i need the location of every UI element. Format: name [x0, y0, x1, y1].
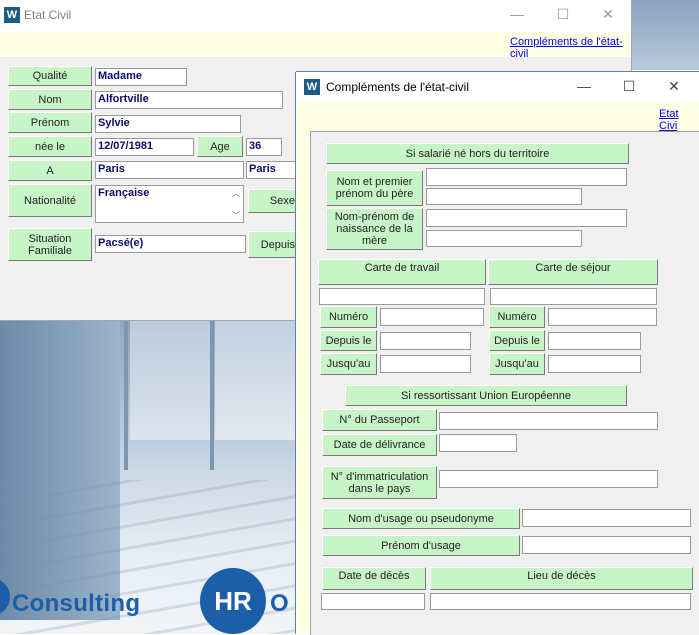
- minimize-icon[interactable]: —: [494, 0, 540, 28]
- depuis-travail-field[interactable]: [380, 332, 471, 350]
- maximize-icon[interactable]: ☐: [540, 0, 586, 28]
- nom-mere-label: Nom-prénom de naissance de la mère: [326, 208, 423, 250]
- nom-field[interactable]: Alfortville: [95, 91, 283, 109]
- qualite-field[interactable]: Madame: [95, 68, 187, 86]
- depuis-sejour-label: Depuis le: [489, 330, 545, 351]
- window-title: Etat Civil: [24, 8, 72, 22]
- situation-familiale-label: Situation Familiale: [8, 228, 92, 261]
- section-salarie-header: Si salarié né hors du territoire: [326, 143, 629, 164]
- nom-mere-field[interactable]: [426, 209, 627, 227]
- nationalite-field[interactable]: Française ︿ ﹀: [95, 185, 244, 223]
- minimize-icon[interactable]: —: [561, 72, 607, 100]
- jusquau-travail-field[interactable]: [380, 355, 471, 373]
- nom-usage-field[interactable]: [522, 509, 691, 527]
- background-window-pane: [215, 320, 295, 440]
- nom-pere-label: Nom et premier prénom du père: [326, 170, 423, 206]
- lieu-label: A: [8, 160, 92, 181]
- logo-consulting-text: Consulting: [12, 590, 141, 617]
- date-deces-field[interactable]: [321, 593, 425, 610]
- app-icon: W: [304, 79, 320, 95]
- immatriculation-field[interactable]: [439, 470, 658, 488]
- lieu-deces-field[interactable]: [430, 593, 691, 610]
- sexe-label: Sexe: [248, 189, 300, 213]
- logo-o-text: O: [270, 590, 289, 617]
- numero-travail-label: Numéro: [320, 306, 377, 328]
- numero-sejour-label: Numéro: [489, 306, 545, 328]
- nationalite-label: Nationalité: [8, 184, 92, 217]
- jusquau-sejour-field[interactable]: [548, 355, 641, 373]
- prenom-usage-label: Prénom d'usage: [322, 535, 520, 556]
- prenom-pere-field[interactable]: [426, 188, 582, 205]
- background-window-pane: [130, 320, 210, 440]
- depuis-label: Depuis: [248, 231, 300, 258]
- background-mullion: [210, 320, 214, 470]
- numero-travail-field[interactable]: [380, 308, 484, 326]
- jusquau-sejour-label: Jusqu'au: [489, 353, 545, 375]
- window-title: Compléments de l'état-civil: [326, 80, 470, 94]
- depuis-sejour-field[interactable]: [548, 332, 641, 350]
- complements-window: W Compléments de l'état-civil — ☐ ✕ Etat…: [296, 72, 699, 635]
- link-bar: Etat Civi: [296, 105, 699, 132]
- maximize-icon[interactable]: ☐: [606, 72, 652, 100]
- situation-familiale-field[interactable]: Pacsé(e): [95, 235, 246, 253]
- desktop-background-right: [631, 0, 699, 70]
- close-icon[interactable]: ✕: [585, 0, 631, 28]
- passeport-label: N° du Passeport: [322, 409, 437, 431]
- passeport-field[interactable]: [439, 412, 658, 430]
- nationalite-value: Française: [98, 187, 150, 199]
- logo-hr-circle: HR: [200, 568, 266, 634]
- title-bar[interactable]: W Etat Civil — ☐ ✕: [0, 0, 631, 30]
- prenom-field[interactable]: Sylvie: [95, 115, 241, 133]
- link-bar: Compléments de l'état-civil: [0, 32, 631, 60]
- prenom-mere-field[interactable]: [426, 230, 582, 247]
- prenom-usage-field[interactable]: [522, 536, 691, 554]
- depuis-travail-label: Depuis le: [320, 330, 377, 351]
- nee-le-field[interactable]: 12/07/1981: [95, 138, 194, 156]
- immatriculation-label: N° d'immatriculation dans le pays: [322, 466, 437, 499]
- carte-sejour-header: Carte de séjour: [488, 259, 658, 285]
- carte-travail-field[interactable]: [319, 288, 485, 305]
- carte-travail-header: Carte de travail: [318, 259, 486, 285]
- nee-le-label: née le: [8, 136, 92, 157]
- app-icon: W: [4, 7, 20, 23]
- nom-label: Nom: [8, 89, 92, 110]
- background-mullion: [124, 320, 128, 470]
- lieu-naissance-field[interactable]: Paris: [95, 161, 244, 179]
- nom-pere-field[interactable]: [426, 168, 627, 186]
- date-deces-label: Date de décès: [322, 567, 426, 590]
- date-delivrance-field[interactable]: [439, 434, 517, 452]
- age-field[interactable]: 36: [246, 138, 282, 156]
- age-label: Age: [197, 136, 243, 157]
- etat-civil-link[interactable]: Etat Civi: [659, 108, 699, 132]
- close-icon[interactable]: ✕: [651, 72, 697, 100]
- jusquau-travail-label: Jusqu'au: [320, 353, 377, 375]
- lieu-naissance-field-2[interactable]: Paris: [246, 161, 300, 179]
- complements-panel: Si salarié né hors du territoire Nom et …: [310, 131, 699, 635]
- carte-sejour-field[interactable]: [490, 288, 657, 305]
- chevron-up-down-icon[interactable]: ︿ ﹀: [231, 188, 241, 221]
- numero-sejour-field[interactable]: [548, 308, 657, 326]
- title-bar[interactable]: W Compléments de l'état-civil — ☐ ✕: [296, 72, 699, 102]
- nom-usage-label: Nom d'usage ou pseudonyme: [322, 508, 520, 529]
- lieu-deces-label: Lieu de décès: [430, 567, 693, 590]
- prenom-label: Prénom: [8, 112, 92, 133]
- date-delivrance-label: Date de délivrance: [322, 434, 437, 456]
- section-ue-header: Si ressortissant Union Européenne: [345, 385, 627, 406]
- qualite-label: Qualité: [8, 66, 92, 86]
